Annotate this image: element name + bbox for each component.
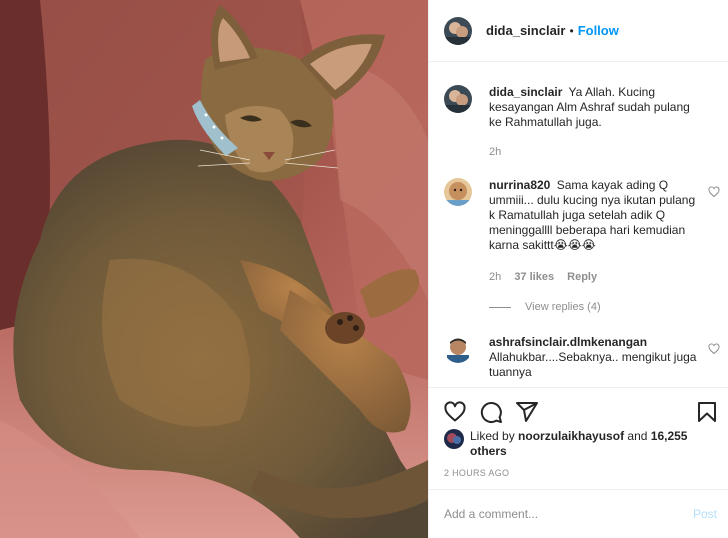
likes-prefix: Liked by xyxy=(470,429,515,443)
view-replies-line xyxy=(489,306,511,308)
post-panel: dida_sinclair • Follow dida_sinclair Ya … xyxy=(428,0,728,538)
post-comment-button[interactable]: Post xyxy=(693,507,717,521)
avatar-image xyxy=(444,178,472,206)
avatar-image xyxy=(444,335,472,363)
bookmark-icon[interactable] xyxy=(695,400,719,424)
heart-icon[interactable] xyxy=(443,400,467,424)
header-username[interactable]: dida_sinclair xyxy=(486,23,565,38)
avatar[interactable] xyxy=(444,335,472,363)
post-photo[interactable] xyxy=(0,0,428,538)
comment-likes[interactable]: 37 likes xyxy=(514,271,554,283)
comment-username[interactable]: dida_sinclair xyxy=(489,85,562,99)
comment-time[interactable]: 2h xyxy=(489,146,501,158)
action-bar xyxy=(429,387,728,433)
small-heart-icon[interactable] xyxy=(708,343,720,355)
comment-body: ashrafsinclair.dlmkenangan Allahukbar...… xyxy=(489,335,704,380)
avatar-image xyxy=(444,85,472,113)
add-comment-bar: Post xyxy=(429,489,728,538)
follow-button[interactable]: Follow xyxy=(578,23,619,38)
comment: nurrina820 Sama kayak ading Q ummiii... … xyxy=(444,178,724,288)
comments-list[interactable]: dida_sinclair Ya Allah. Kucing kesayanga… xyxy=(429,63,728,386)
small-heart-icon[interactable] xyxy=(708,186,720,198)
avatar[interactable] xyxy=(444,16,472,45)
comment-username[interactable]: nurrina820 xyxy=(489,178,550,192)
reply-button[interactable]: Reply xyxy=(567,271,597,283)
avatar[interactable] xyxy=(444,178,472,206)
comment-icon[interactable] xyxy=(479,400,503,424)
comment-meta: 2h 37 likes Reply xyxy=(489,271,607,283)
likes-summary: Liked by noorzulaikhayusof and 16,255 ot… xyxy=(444,429,714,459)
caption: dida_sinclair Ya Allah. Kucing kesayanga… xyxy=(444,85,724,165)
view-replies-label: View replies (4) xyxy=(525,301,601,313)
view-replies-button[interactable]: View replies (4) xyxy=(489,301,601,313)
liker-avatar[interactable] xyxy=(444,429,464,449)
post-timestamp[interactable]: 2 HOURS AGO xyxy=(444,468,509,478)
likes-text: Liked by noorzulaikhayusof and 16,255 ot… xyxy=(470,429,700,459)
share-icon[interactable] xyxy=(515,400,539,424)
comment-input[interactable] xyxy=(444,507,693,521)
avatar-image xyxy=(444,16,472,45)
comment-time[interactable]: 2h xyxy=(489,271,501,283)
cat-photo xyxy=(0,0,428,538)
likes-and: and xyxy=(627,429,648,443)
comment-body: dida_sinclair Ya Allah. Kucing kesayanga… xyxy=(489,85,704,130)
instagram-post: dida_sinclair • Follow dida_sinclair Ya … xyxy=(0,0,728,538)
comment: ashrafsinclair.dlmkenangan Allahukbar...… xyxy=(444,335,724,386)
liker-avatar-image xyxy=(444,429,464,449)
comment-username[interactable]: ashrafsinclair.dlmkenangan xyxy=(489,335,647,349)
header-separator: • xyxy=(569,23,574,38)
comment-meta: 2h xyxy=(489,146,511,158)
liker-username[interactable]: noorzulaikhayusof xyxy=(518,429,624,443)
avatar[interactable] xyxy=(444,85,472,113)
post-header: dida_sinclair • Follow xyxy=(429,0,728,62)
comment-text: Allahukbar....Sebaknya.. mengikut juga t… xyxy=(489,350,697,379)
comment-body: nurrina820 Sama kayak ading Q ummiii... … xyxy=(489,178,704,253)
